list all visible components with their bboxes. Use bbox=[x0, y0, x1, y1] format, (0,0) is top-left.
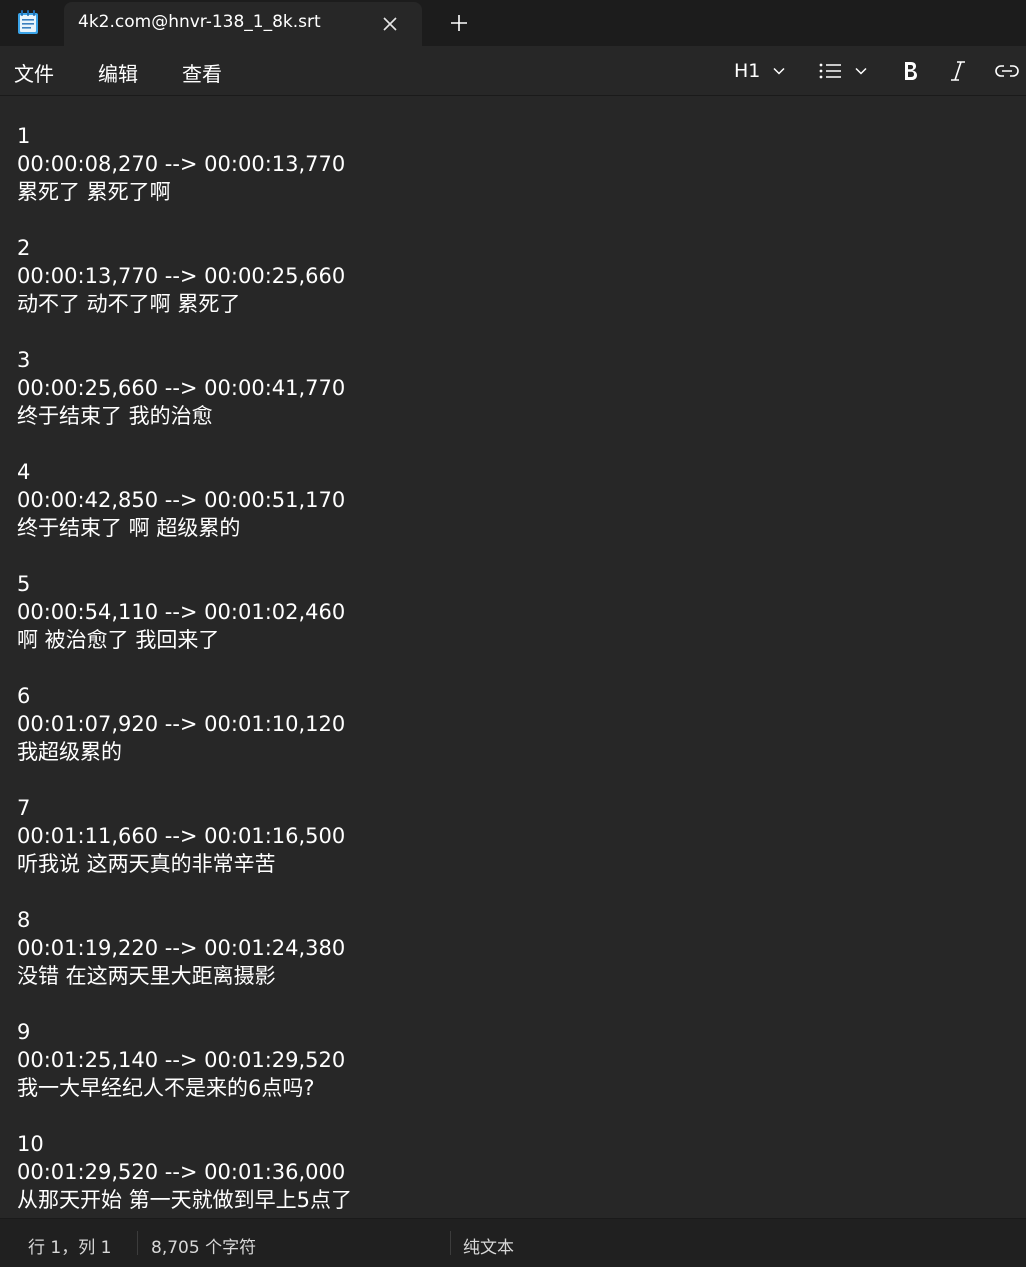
text-line bbox=[17, 990, 352, 1018]
text-line bbox=[17, 318, 352, 346]
text-line: 我超级累的 bbox=[17, 740, 122, 764]
menu-edit[interactable]: 编辑 bbox=[98, 58, 138, 87]
text-line: 00:01:19,220 --> 00:01:24,380 bbox=[17, 936, 346, 960]
close-icon[interactable] bbox=[378, 12, 402, 36]
text-line bbox=[17, 206, 352, 234]
text-line bbox=[17, 1102, 352, 1130]
text-line: 00:01:25,140 --> 00:01:29,520 bbox=[17, 1048, 346, 1072]
text-line: 9 bbox=[17, 1020, 31, 1044]
text-line: 啊 被治愈了 我回来了 bbox=[17, 628, 220, 652]
status-divider bbox=[137, 1231, 138, 1255]
text-line bbox=[17, 542, 352, 570]
menu-bar: 文件 编辑 查看 H1 bbox=[0, 46, 1026, 96]
text-line: 00:00:08,270 --> 00:00:13,770 bbox=[17, 152, 346, 176]
status-divider bbox=[450, 1231, 451, 1255]
chevron-down-icon bbox=[772, 64, 786, 78]
character-count: 8,705 个字符 bbox=[151, 1238, 257, 1258]
text-line: 00:01:07,920 --> 00:01:10,120 bbox=[17, 712, 346, 736]
tab-title: 4k2.com@hnvr-138_1_8k.srt bbox=[78, 12, 321, 32]
text-line: 6 bbox=[17, 684, 31, 708]
text-line: 终于结束了 我的治愈 bbox=[17, 404, 213, 428]
heading-level: H1 bbox=[734, 60, 761, 82]
text-line: 10 bbox=[17, 1132, 44, 1156]
tab-strip: 4k2.com@hnvr-138_1_8k.srt bbox=[0, 0, 1026, 46]
link-icon[interactable] bbox=[994, 56, 1020, 86]
text-line: 动不了 动不了啊 累死了 bbox=[17, 292, 241, 316]
text-line: 终于结束了 啊 超级累的 bbox=[17, 516, 241, 540]
new-tab-plus-icon[interactable] bbox=[446, 10, 472, 36]
text-editor[interactable]: 1 00:00:08,270 --> 00:00:13,770 累死了 累死了啊 2 0… bbox=[0, 97, 1026, 1217]
text-line: 00:01:11,660 --> 00:01:16,500 bbox=[17, 824, 346, 848]
text-line: 没错 在这两天里大距离摄影 bbox=[17, 964, 276, 988]
text-line: 4 bbox=[17, 460, 31, 484]
bold-icon[interactable] bbox=[900, 56, 920, 86]
text-line: 2 bbox=[17, 236, 31, 260]
text-line bbox=[17, 766, 352, 794]
text-line bbox=[17, 654, 352, 682]
text-line: 从那天开始 第一天就做到早上5点了 bbox=[17, 1188, 353, 1212]
text-line: 00:00:42,850 --> 00:00:51,170 bbox=[17, 488, 346, 512]
text-line: 00:00:54,110 --> 00:01:02,460 bbox=[17, 600, 346, 624]
cursor-position[interactable]: 行 1，列 1 bbox=[28, 1233, 111, 1258]
bulleted-list-icon bbox=[818, 61, 842, 81]
notepad-app-icon bbox=[16, 9, 40, 35]
status-bar: 行 1，列 1 8,705 个字符 纯文本 bbox=[0, 1218, 1026, 1267]
chevron-down-icon bbox=[854, 64, 868, 78]
text-line: 7 bbox=[17, 796, 31, 820]
text-line: 00:00:25,660 --> 00:00:41,770 bbox=[17, 376, 346, 400]
editor-content: 1 00:00:08,270 --> 00:00:13,770 累死了 累死了啊 2 0… bbox=[17, 122, 352, 1214]
menu-file[interactable]: 文件 bbox=[14, 58, 54, 87]
list-dropdown[interactable] bbox=[818, 56, 868, 86]
menu-view[interactable]: 查看 bbox=[182, 58, 222, 87]
heading-dropdown[interactable]: H1 bbox=[734, 56, 786, 86]
text-line bbox=[17, 430, 352, 458]
text-line: 听我说 这两天真的非常辛苦 bbox=[17, 852, 276, 876]
text-line bbox=[17, 878, 352, 906]
text-line: 我一大早经纪人不是来的6点吗? bbox=[17, 1076, 315, 1100]
text-line: 3 bbox=[17, 348, 31, 372]
text-line: 5 bbox=[17, 572, 31, 596]
text-line: 8 bbox=[17, 908, 31, 932]
italic-icon[interactable] bbox=[948, 56, 968, 86]
document-tab[interactable]: 4k2.com@hnvr-138_1_8k.srt bbox=[64, 2, 422, 46]
text-format[interactable]: 纯文本 bbox=[463, 1233, 514, 1258]
text-line: 累死了 累死了啊 bbox=[17, 180, 171, 204]
text-line: 00:00:13,770 --> 00:00:25,660 bbox=[17, 264, 346, 288]
text-line: 1 bbox=[17, 124, 31, 148]
text-line: 00:01:29,520 --> 00:01:36,000 bbox=[17, 1160, 346, 1184]
